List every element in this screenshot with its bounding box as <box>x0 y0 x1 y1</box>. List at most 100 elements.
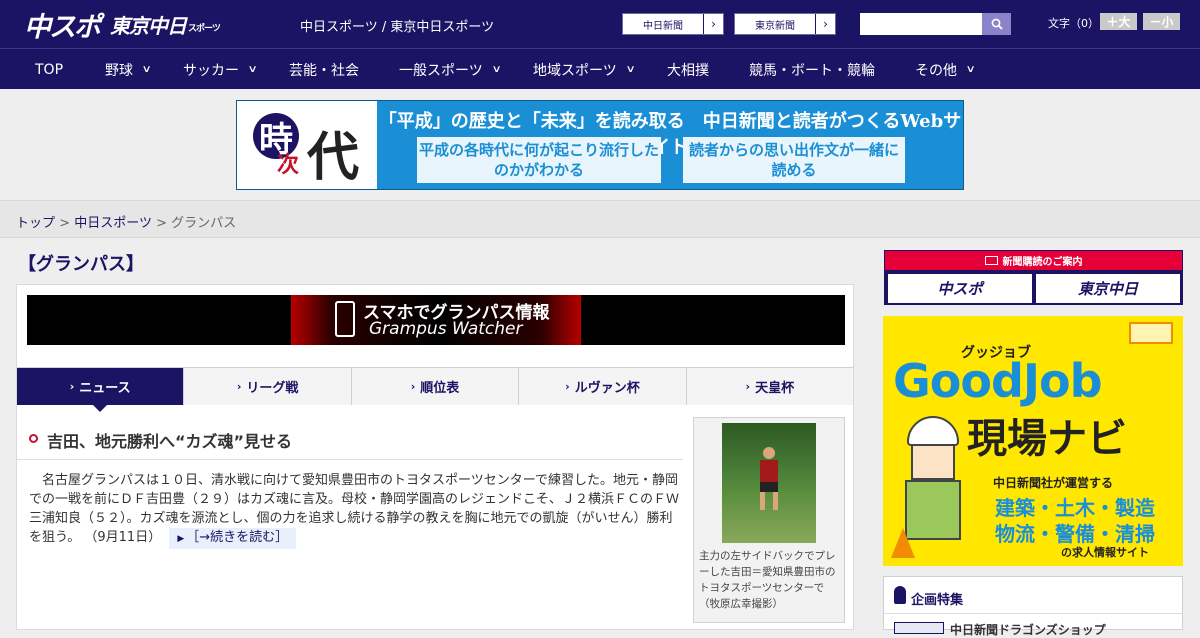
breadcrumb-separator: > <box>59 216 71 231</box>
tab-news[interactable]: › ニュース <box>17 368 185 412</box>
chevron-right-icon: › <box>236 380 242 393</box>
circle-bullet-icon <box>29 434 38 443</box>
goodjob-line4: の求人情報サイト <box>1061 546 1149 559</box>
subscription-header: 新聞購読のご案内 <box>885 251 1182 270</box>
promo-inner: スマホでグランパス情報 Grampus Watcher <box>291 295 581 345</box>
traffic-cone-icon <box>891 528 915 558</box>
main-panel: スマホでグランパス情報 Grampus Watcher › ニュース › リーグ戦 … <box>16 284 854 630</box>
chevron-down-icon: ∨ <box>625 64 636 75</box>
nav-label: サッカー <box>183 62 239 79</box>
goodjob-line3: 物流・警備・清掃 <box>995 522 1155 546</box>
chevron-right-icon: › <box>703 14 723 34</box>
chevron-right-icon: › <box>745 380 751 393</box>
goodjob-title: GoodJob <box>893 354 1103 408</box>
goodjob-line1: 中日新聞社が運営する <box>993 476 1114 490</box>
chevron-right-icon: › <box>410 380 416 393</box>
subscription-header-text: 新聞購読のご案内 <box>1002 257 1083 268</box>
breadcrumb-current: グランパス <box>171 216 237 231</box>
article-date: （9月11日） <box>84 530 162 545</box>
header-title: 中日スポーツ / 東京中日スポーツ <box>300 20 495 35</box>
nav-item-soccer[interactable]: サッカー ∨ <box>183 49 258 90</box>
subscribe-chuspo-link[interactable]: 中スポ <box>888 274 1032 303</box>
breadcrumb-bar: トップ > 中日スポーツ > グランパス <box>0 200 1200 238</box>
subscription-ad: 新聞購読のご案内 中スポ 東京中日 <box>884 250 1183 305</box>
nav-item-general-sports[interactable]: 一般スポーツ ∨ <box>399 49 502 90</box>
tab-label: ニュース <box>79 381 131 396</box>
tab-emperors-cup[interactable]: › 天皇杯 <box>686 368 854 405</box>
chuspo-logo[interactable]: 中スポ <box>24 6 101 43</box>
font-smaller-button[interactable]: －小 <box>1143 13 1180 30</box>
nav-label: 地域スポーツ <box>533 62 617 79</box>
smartphone-icon <box>335 301 355 337</box>
tab-standings[interactable]: › 順位表 <box>351 368 520 405</box>
banner-logo: 時 次 代 <box>237 101 377 189</box>
nav-item-top[interactable]: TOP <box>35 49 63 90</box>
feature-thumbnail <box>894 622 944 634</box>
page-title: 【グランパス】 <box>18 254 144 275</box>
banner-box-left: 平成の各時代に何が起こり流行したのかがわかる <box>417 137 661 183</box>
promo-line2: Grampus Watcher <box>369 319 523 339</box>
truck-icon <box>1129 322 1173 344</box>
feature-item-link[interactable]: 中日新聞ドラゴンズショップ <box>884 613 1182 637</box>
article-title[interactable]: 吉田、地元勝利へ“カズ魂”見せる <box>47 428 292 452</box>
nav-label: TOP <box>35 61 64 78</box>
goodjob-ad[interactable]: グッジョブ GoodJob 現場ナビ 中日新聞社が運営する 建築・土木・製造 物… <box>883 316 1183 566</box>
font-size-label: 文字（0） <box>1048 17 1099 30</box>
read-more-label: ［→続きを読む］ <box>186 530 289 545</box>
breadcrumb: トップ > 中日スポーツ > グランパス <box>16 212 236 231</box>
nav-item-regional-sports[interactable]: 地域スポーツ ∨ <box>533 49 636 90</box>
chunichi-shimbun-link[interactable]: 中日新聞 › <box>622 13 724 35</box>
tokyo-shimbun-label: 東京新聞 <box>755 20 795 32</box>
nav-item-baseball[interactable]: 野球 ∨ <box>105 49 152 90</box>
search-icon <box>991 18 1003 30</box>
tab-league[interactable]: › リーグ戦 <box>184 368 352 405</box>
chevron-right-icon: › <box>815 14 835 34</box>
chevron-right-icon: › <box>69 380 75 393</box>
ribbon-icon <box>894 586 906 604</box>
photo-caption: 主力の左サイドバックでプレーした吉田＝愛知県豊田市のトヨタスポーツセンターで（牧… <box>699 550 836 610</box>
breadcrumb-parent[interactable]: 中日スポーツ <box>74 216 152 231</box>
nav-label: 一般スポーツ <box>399 62 483 79</box>
nav-item-racing[interactable]: 競馬・ボート・競輪 <box>749 49 875 90</box>
tab-levain-cup[interactable]: › ルヴァン杯 <box>519 368 687 405</box>
article-photo[interactable] <box>722 423 816 543</box>
tab-label: 順位表 <box>420 381 460 396</box>
player-figure <box>760 447 778 510</box>
article-header: 吉田、地元勝利へ“カズ魂”見せる <box>17 416 683 460</box>
read-more-link[interactable]: ▶ ［→続きを読む］ <box>169 528 297 549</box>
tokyo-shimbun-link[interactable]: 東京新聞 › <box>734 13 836 35</box>
chunichi-shimbun-label: 中日新聞 <box>643 20 683 32</box>
chevron-down-icon: ∨ <box>141 64 152 75</box>
chevron-down-icon: ∨ <box>247 64 258 75</box>
goodjob-line2: 建築・土木・製造 <box>995 496 1155 520</box>
banner-kanji-tsugi: 次 <box>277 152 300 178</box>
tab-label: 天皇杯 <box>755 381 795 396</box>
feature-box: 企画特集 中日新聞ドラゴンズショップ <box>883 576 1183 637</box>
subscribe-tokyo-chunichi-link[interactable]: 東京中日 <box>1036 274 1180 303</box>
category-tabs: › ニュース › リーグ戦 › 順位表 › ルヴァン杯 › 天皇杯 <box>17 367 854 412</box>
nav-label: 野球 <box>105 62 133 79</box>
tab-label: ルヴァン杯 <box>574 381 640 396</box>
nav-item-entertainment[interactable]: 芸能・社会 <box>289 49 359 90</box>
feature-title: 企画特集 <box>911 593 964 608</box>
play-triangle-icon: ▶ <box>177 534 185 544</box>
chevron-right-icon: › <box>565 380 570 393</box>
envelope-icon <box>984 256 998 265</box>
main-nav: TOP 野球 ∨ サッカー ∨ 芸能・社会 一般スポーツ ∨ 地域スポーツ ∨ 大相撲 … <box>0 48 1200 89</box>
font-bigger-button[interactable]: ＋大 <box>1100 13 1137 30</box>
breadcrumb-home[interactable]: トップ <box>16 216 55 231</box>
site-header: 中スポ 東京中日 スポーツ 中日スポーツ / 東京中日スポーツ 中日新聞 › 東京… <box>0 0 1200 48</box>
nav-label: 芸能・社会 <box>289 62 359 79</box>
nav-label: その他 <box>915 62 957 79</box>
jidai-ad-banner[interactable]: 時 次 代 「平成」の歴史と「未来」を読み取る 中日新聞と読者がつくるWebサイ… <box>236 100 964 190</box>
grampus-watcher-banner[interactable]: スマホでグランパス情報 Grampus Watcher <box>27 295 845 345</box>
search-input[interactable] <box>860 13 982 35</box>
chevron-down-icon: ∨ <box>491 64 502 75</box>
breadcrumb-separator: > <box>156 216 167 231</box>
tokyo-chunichi-logo[interactable]: 東京中日 スポーツ <box>110 6 221 42</box>
search-button[interactable] <box>982 13 1011 35</box>
article-body: 名古屋グランパスは１０日、清水戦に向けて愛知県豊田市のトヨタスポーツセンターで練… <box>29 471 683 549</box>
nav-item-sumo[interactable]: 大相撲 <box>667 49 709 90</box>
nav-item-other[interactable]: その他 ∨ <box>915 49 976 90</box>
tokyo-chunichi-logo-text: 東京中日 <box>110 13 187 38</box>
